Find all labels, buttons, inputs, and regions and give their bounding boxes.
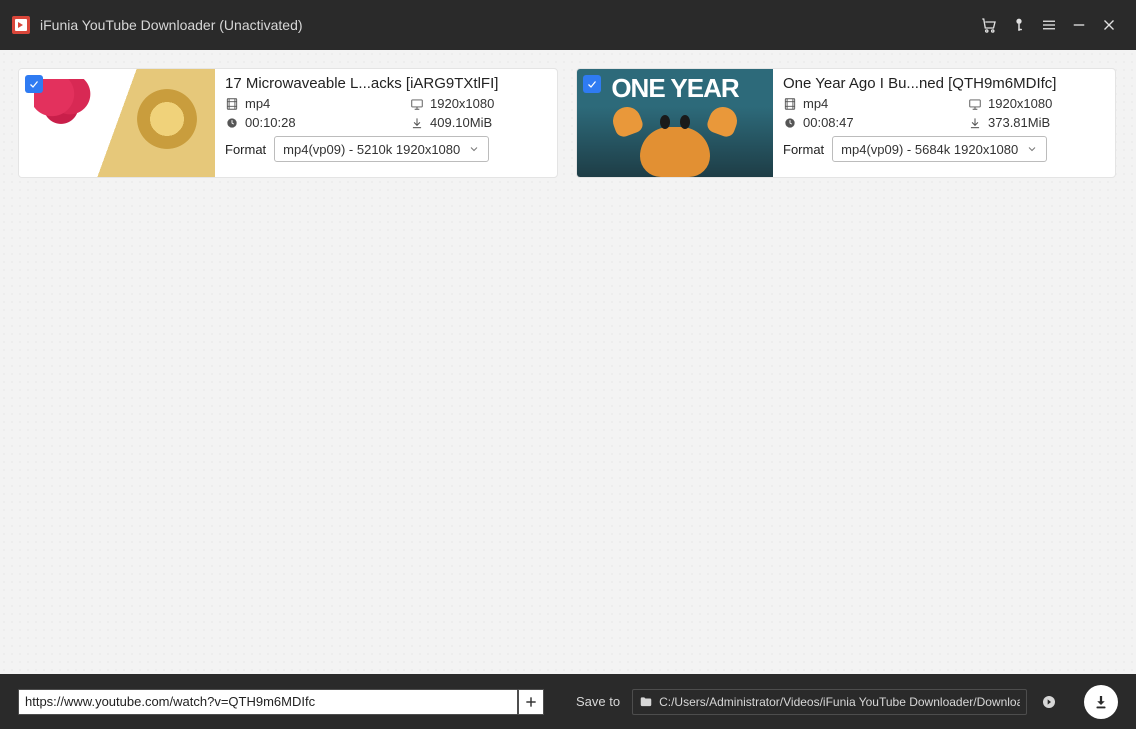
video-card[interactable]: ONE YEAR One Year Ago I Bu...ned [QTH9m6… <box>576 68 1116 178</box>
url-input[interactable] <box>18 689 518 715</box>
selected-checkbox[interactable] <box>583 75 601 93</box>
filesize: 373.81MiB <box>968 115 1116 130</box>
format-value: mp4(vp09) - 5210k 1920x1080 <box>283 142 460 157</box>
resolution: 1920x1080 <box>968 96 1116 111</box>
clock-icon <box>225 116 239 130</box>
save-path-input[interactable] <box>659 695 1020 709</box>
cart-icon[interactable] <box>974 0 1004 50</box>
app-title: iFunia YouTube Downloader (Unactivated) <box>40 17 303 33</box>
main-area: 17 Microwaveable L...acks [iARG9TXtlFI] … <box>0 50 1136 674</box>
clock-icon <box>783 116 797 130</box>
video-card[interactable]: 17 Microwaveable L...acks [iARG9TXtlFI] … <box>18 68 558 178</box>
thumbnail-overlay-text: ONE YEAR <box>611 73 738 104</box>
video-thumbnail[interactable] <box>19 69 215 177</box>
monitor-icon <box>968 97 982 111</box>
titlebar: iFunia YouTube Downloader (Unactivated) <box>0 0 1136 50</box>
close-button[interactable] <box>1094 0 1124 50</box>
bottombar: Save to <box>0 674 1136 729</box>
add-url-button[interactable] <box>518 689 544 715</box>
format-value: mp4(vp09) - 5684k 1920x1080 <box>841 142 1018 157</box>
minimize-button[interactable] <box>1064 0 1094 50</box>
download-icon <box>968 116 982 130</box>
format-select[interactable]: mp4(vp09) - 5684k 1920x1080 <box>832 136 1047 162</box>
selected-checkbox[interactable] <box>25 75 43 93</box>
format-select[interactable]: mp4(vp09) - 5210k 1920x1080 <box>274 136 489 162</box>
video-title: 17 Microwaveable L...acks [iARG9TXtlFI] <box>225 75 558 92</box>
duration: 00:08:47 <box>783 115 938 130</box>
resolution: 1920x1080 <box>410 96 558 111</box>
save-path-field[interactable] <box>632 689 1027 715</box>
container-format: mp4 <box>225 96 380 111</box>
folder-icon <box>639 695 653 709</box>
chevron-down-icon <box>1026 143 1038 155</box>
format-label: Format <box>225 142 266 157</box>
video-thumbnail[interactable]: ONE YEAR <box>577 69 773 177</box>
duration: 00:10:28 <box>225 115 380 130</box>
format-label: Format <box>783 142 824 157</box>
film-icon <box>783 97 797 111</box>
download-icon <box>410 116 424 130</box>
download-button[interactable] <box>1084 685 1118 719</box>
key-icon[interactable] <box>1004 0 1034 50</box>
menu-icon[interactable] <box>1034 0 1064 50</box>
film-icon <box>225 97 239 111</box>
filesize: 409.10MiB <box>410 115 558 130</box>
open-folder-button[interactable] <box>1039 692 1059 712</box>
monitor-icon <box>410 97 424 111</box>
save-to-label: Save to <box>576 694 620 709</box>
chevron-down-icon <box>468 143 480 155</box>
container-format: mp4 <box>783 96 938 111</box>
video-title: One Year Ago I Bu...ned [QTH9m6MDIfc] <box>783 75 1116 92</box>
app-logo-icon <box>12 16 30 34</box>
